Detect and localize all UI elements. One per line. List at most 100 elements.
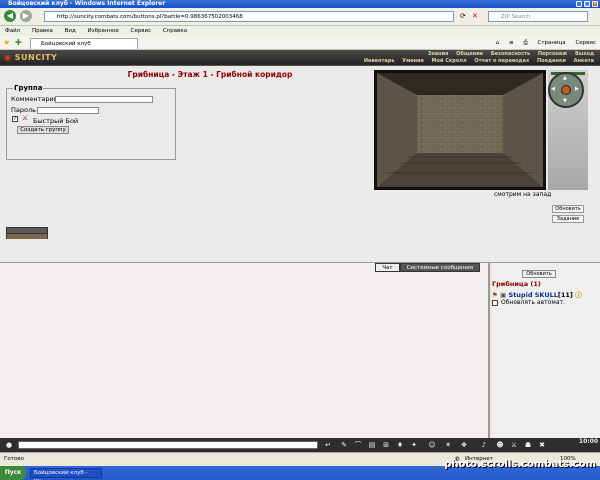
nav-exit[interactable]: Выход	[575, 51, 594, 57]
chat-tabs: Чат Системные сообщения	[375, 263, 480, 272]
address-bar: ◀ ▶ http://suncity.combats.com/buttons.p…	[0, 8, 600, 26]
chat-input[interactable]	[18, 441, 318, 449]
smiles-icon[interactable]: ☺	[428, 441, 436, 449]
send-icon[interactable]: ↵	[324, 441, 332, 449]
tabs-bar: ★ ✚ Бойцовский клуб ⌂ ≡ ⎙ Страница Серви…	[0, 36, 600, 50]
nav-knowledge[interactable]: Знания	[428, 51, 449, 57]
page-menu[interactable]: Страница	[537, 40, 565, 46]
tools-menu[interactable]: Сервис	[575, 40, 596, 46]
player-level: [11]	[557, 291, 573, 299]
window-title: Бойцовский клуб - Windows Internet Explo…	[8, 0, 166, 7]
menu-item-edit[interactable]: Правка	[27, 26, 58, 36]
favorites-star-icon[interactable]: ★	[3, 38, 10, 47]
search-input[interactable]: ZIP Search	[488, 11, 588, 22]
tab-chat[interactable]: Чат	[375, 263, 400, 272]
fight-icon: ⚔	[22, 114, 29, 122]
save-icon[interactable]: ▤	[368, 441, 376, 449]
exit-icon[interactable]: ✖	[538, 441, 546, 449]
game-nav-bottom: Инвентарь Умения Мой Скролл Отчет о пере…	[358, 58, 594, 64]
clear-icon[interactable]: ✎	[340, 441, 348, 449]
comment-input[interactable]	[55, 96, 153, 103]
nav-my-scroll[interactable]: Мой Скролл	[432, 58, 467, 64]
status-text: Готово	[4, 456, 24, 462]
menu-item-view[interactable]: Вид	[60, 26, 81, 36]
battle-icon[interactable]: ⚔	[510, 441, 518, 449]
forward-button[interactable]: ▶	[20, 10, 32, 22]
location-name: Грибница (1)	[492, 280, 541, 288]
close-button[interactable]: ×	[592, 1, 598, 7]
taskbar-ie-item[interactable]: Бойцовский клуб - Wi...	[30, 468, 102, 480]
window-titlebar: Бойцовский клуб - Windows Internet Explo…	[0, 0, 600, 8]
quick-fight-label: Быстрый Бой	[33, 117, 79, 125]
dungeon-view	[374, 70, 546, 190]
music-icon[interactable]: ♪	[480, 441, 488, 449]
suncity-logo: ◉ SUNCITY	[4, 53, 58, 62]
game-main-frame: Грибница - Этаж 1 - Грибной коридор Груп…	[0, 66, 600, 262]
url-input[interactable]: http://suncity.combats.com/buttons.pl?ba…	[44, 11, 454, 22]
auto-refresh-checkbox[interactable]	[492, 299, 498, 306]
nav-security[interactable]: Безопасность	[491, 51, 530, 57]
chat-toolbar: ● ↵ ✎ ⌒ ▤ ⊞ ♦ ✦ ☺ ✶ ❖ ♪ ☻ ⚔ ☗ ✖ 10:00	[0, 438, 600, 452]
chat-people-icon[interactable]: ☗	[524, 441, 532, 449]
spells-icon[interactable]: ✶	[444, 441, 452, 449]
clan-icon: ▣	[500, 291, 507, 299]
watermark: photo.scrolls.combats.com	[444, 459, 596, 470]
dungeon-corridor-image	[377, 73, 543, 187]
quest-icon[interactable]: ❖	[460, 441, 468, 449]
nav-character[interactable]: Персонаж	[538, 51, 567, 57]
counter-banner	[6, 227, 48, 239]
info-icon[interactable]: ⓘ	[575, 291, 582, 299]
game-clock: 10:00	[578, 438, 598, 445]
password-input[interactable]	[37, 107, 99, 114]
menu-bar: Файл Правка Вид Избранное Сервис Справка	[0, 26, 600, 36]
tab-system-messages[interactable]: Системные сообщения	[399, 263, 480, 272]
back-button[interactable]: ◀	[4, 10, 16, 22]
start-button[interactable]: Пуск	[0, 466, 26, 480]
password-label: Пароль	[11, 106, 36, 114]
player-entry[interactable]: ⚑ ▣ Stupid SKULL[11] ⓘ	[492, 289, 582, 299]
refresh-icon[interactable]: ⟳	[460, 12, 466, 20]
add-favorite-icon[interactable]: ✚	[15, 38, 22, 47]
nav-communication[interactable]: Общение	[456, 51, 483, 57]
menu-item-favorites[interactable]: Избранное	[83, 26, 124, 36]
maximize-button[interactable]: □	[584, 1, 590, 7]
nav-transfers[interactable]: Отчет о переводах	[474, 58, 529, 64]
game-nav-top: Знания Общение Безопасность Персонаж Вых…	[422, 51, 594, 57]
command-bar: ⌂ ≡ ⎙ Страница Сервис	[488, 38, 596, 48]
game-header: ◉ SUNCITY Знания Общение Безопасность Пе…	[0, 50, 600, 66]
settings-icon[interactable]: ●	[5, 441, 13, 449]
group-legend: Группа	[13, 84, 44, 92]
home-icon[interactable]: ⌂	[496, 40, 500, 46]
feeds-icon[interactable]: ≡	[509, 40, 514, 46]
map-icon[interactable]: ✦	[410, 441, 418, 449]
browser-tab[interactable]: Бойцовский клуб	[30, 38, 138, 49]
online-panel: Обновить Грибница (1) ⚑ ▣ Stupid SKULL[1…	[492, 263, 600, 438]
refresh-online-button[interactable]: Обновить	[522, 270, 556, 278]
nav-skills[interactable]: Умения	[402, 58, 424, 64]
walk-icon[interactable]: ♦	[396, 441, 404, 449]
menu-item-tools[interactable]: Сервис	[126, 26, 157, 36]
menu-item-file[interactable]: Файл	[0, 26, 25, 36]
player-name[interactable]: Stupid SKULL	[509, 291, 558, 299]
auto-refresh-label: Обновлять автомат.	[501, 299, 565, 306]
menu-item-help[interactable]: Справка	[158, 26, 192, 36]
nav-inventory[interactable]: Инвентарь	[364, 58, 395, 64]
compass-icon[interactable]: ▲ ▼ ◀ ▶	[548, 72, 584, 108]
minimize-button[interactable]: _	[576, 1, 582, 7]
view-direction-text: смотрим на запад	[494, 191, 552, 198]
friends-icon[interactable]: ☻	[496, 441, 504, 449]
translit-icon[interactable]: ⊞	[382, 441, 390, 449]
auto-refresh-row: Обновлять автомат.	[492, 299, 565, 306]
create-group-button[interactable]: Создать группу	[17, 126, 69, 134]
filter-icon[interactable]: ⌒	[354, 441, 362, 449]
refresh-scene-button[interactable]: Обновить	[552, 205, 584, 213]
print-icon[interactable]: ⎙	[523, 40, 527, 46]
quick-fight-checkbox[interactable]: ✓	[12, 116, 18, 122]
nav-fights[interactable]: Поединки	[537, 58, 566, 64]
comment-label: Комментарий	[11, 95, 58, 103]
private-icon[interactable]: ⚑	[492, 291, 498, 299]
tasks-button[interactable]: Задание	[552, 215, 584, 223]
room-title: Грибница - Этаж 1 - Грибной коридор	[127, 70, 293, 79]
stop-icon[interactable]: ✕	[472, 12, 478, 20]
nav-profile[interactable]: Анкета	[574, 58, 594, 64]
